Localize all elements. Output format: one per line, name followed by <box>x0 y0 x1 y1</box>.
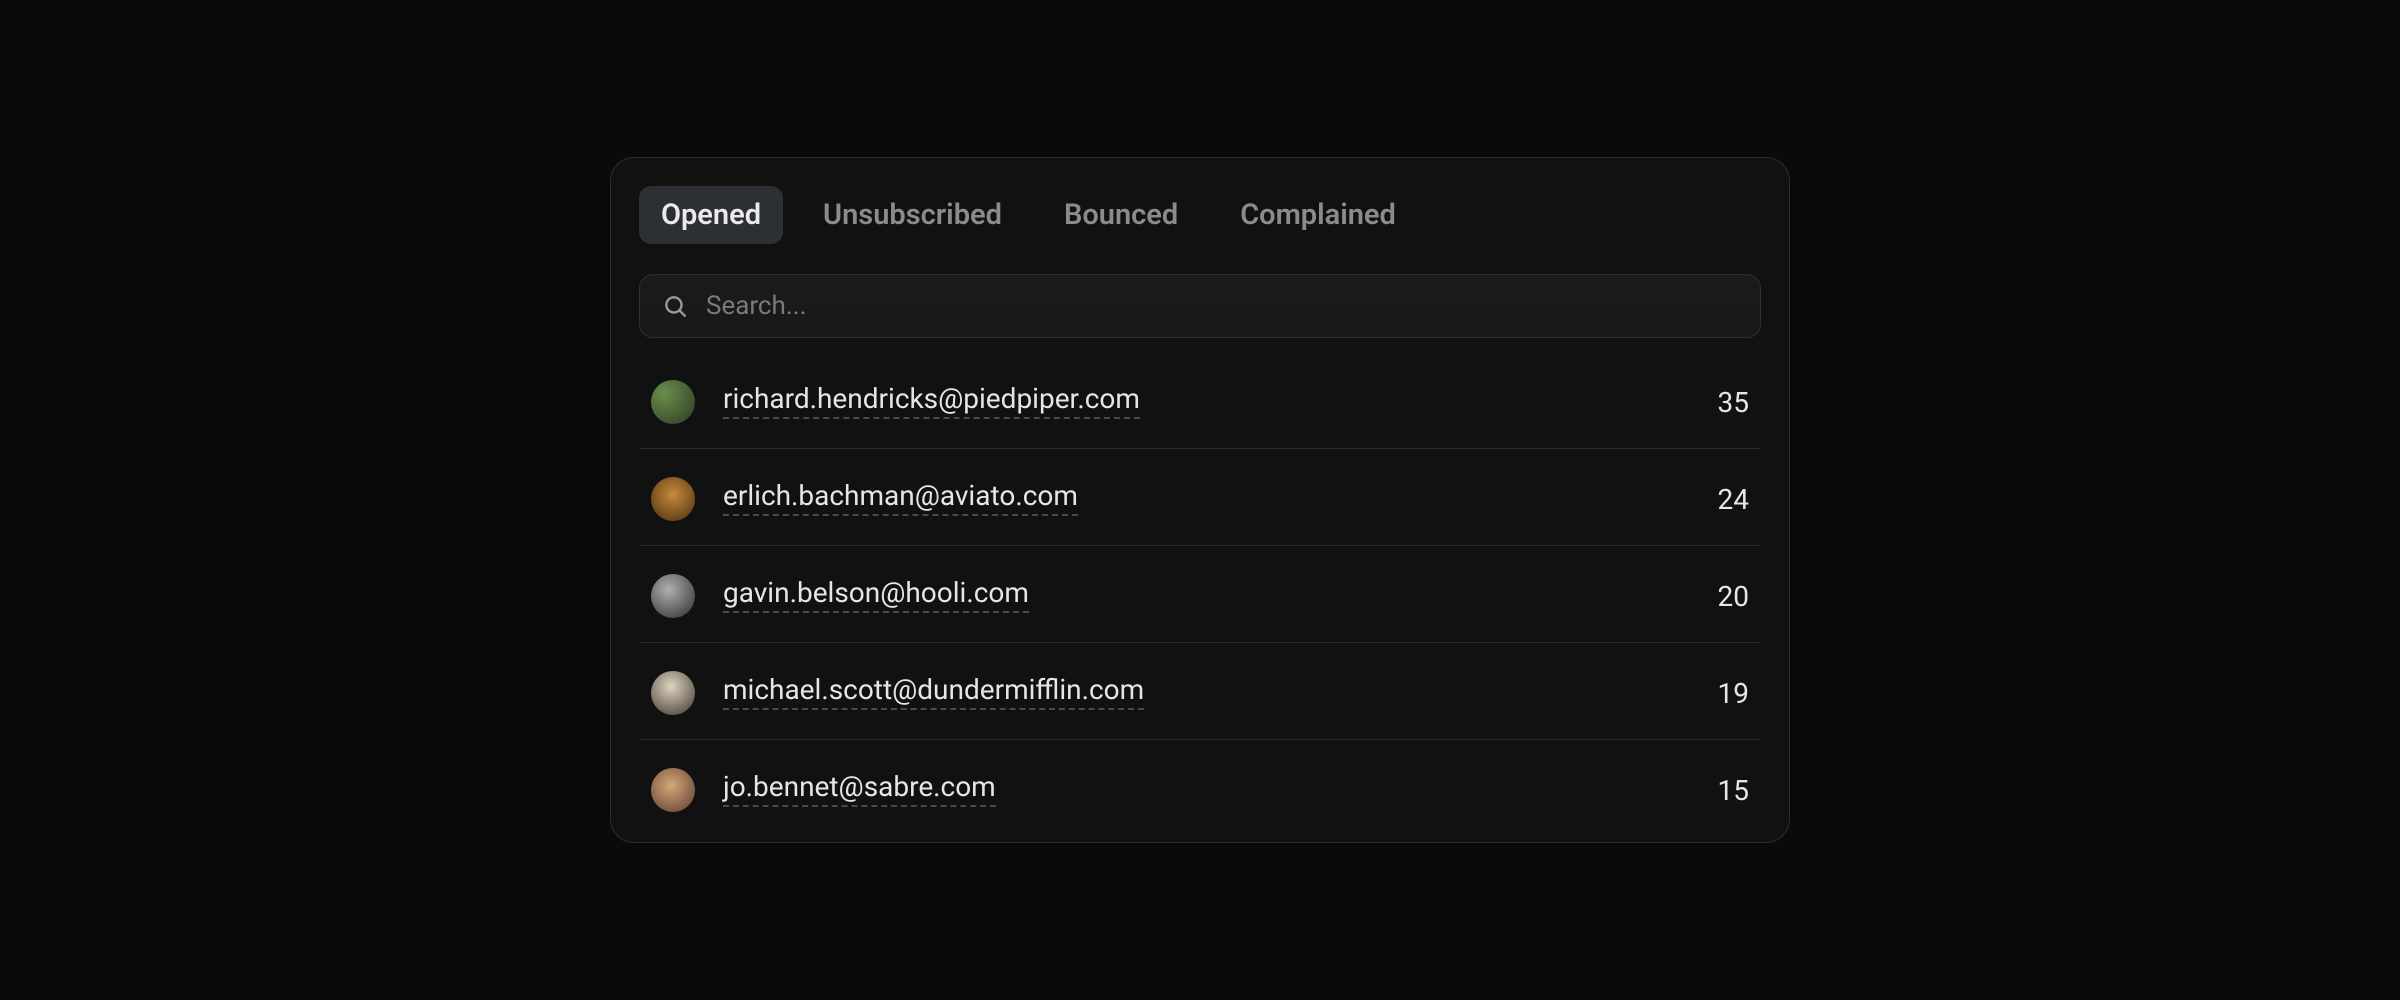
tab-opened[interactable]: Opened <box>639 186 783 244</box>
open-count: 20 <box>1718 580 1749 613</box>
recipient-list: richard.hendricks@piedpiper.com 35 erlic… <box>639 352 1761 842</box>
open-count: 24 <box>1718 483 1749 516</box>
list-item[interactable]: jo.bennet@sabre.com 15 <box>639 740 1761 842</box>
list-item[interactable]: michael.scott@dundermifflin.com 19 <box>639 643 1761 740</box>
avatar <box>651 768 695 812</box>
search-field[interactable] <box>639 274 1761 338</box>
list-item[interactable]: gavin.belson@hooli.com 20 <box>639 546 1761 643</box>
recipient-email: erlich.bachman@aviato.com <box>723 479 1078 516</box>
recipient-email: richard.hendricks@piedpiper.com <box>723 382 1140 419</box>
list-item[interactable]: erlich.bachman@aviato.com 24 <box>639 449 1761 546</box>
avatar <box>651 574 695 618</box>
recipient-email: jo.bennet@sabre.com <box>723 770 996 807</box>
open-count: 35 <box>1718 386 1749 419</box>
tab-unsubscribed[interactable]: Unsubscribed <box>801 186 1024 244</box>
search-input[interactable] <box>706 291 1738 321</box>
recipients-panel: Opened Unsubscribed Bounced Complained r… <box>610 157 1790 843</box>
avatar <box>651 477 695 521</box>
list-item[interactable]: richard.hendricks@piedpiper.com 35 <box>639 352 1761 449</box>
recipient-email: gavin.belson@hooli.com <box>723 576 1029 613</box>
search-icon <box>662 293 688 319</box>
open-count: 15 <box>1718 774 1749 807</box>
tab-complained[interactable]: Complained <box>1218 186 1418 244</box>
avatar <box>651 671 695 715</box>
recipient-email: michael.scott@dundermifflin.com <box>723 673 1144 710</box>
tabs: Opened Unsubscribed Bounced Complained <box>639 186 1761 244</box>
avatar <box>651 380 695 424</box>
open-count: 19 <box>1718 677 1749 710</box>
tab-bounced[interactable]: Bounced <box>1042 186 1200 244</box>
